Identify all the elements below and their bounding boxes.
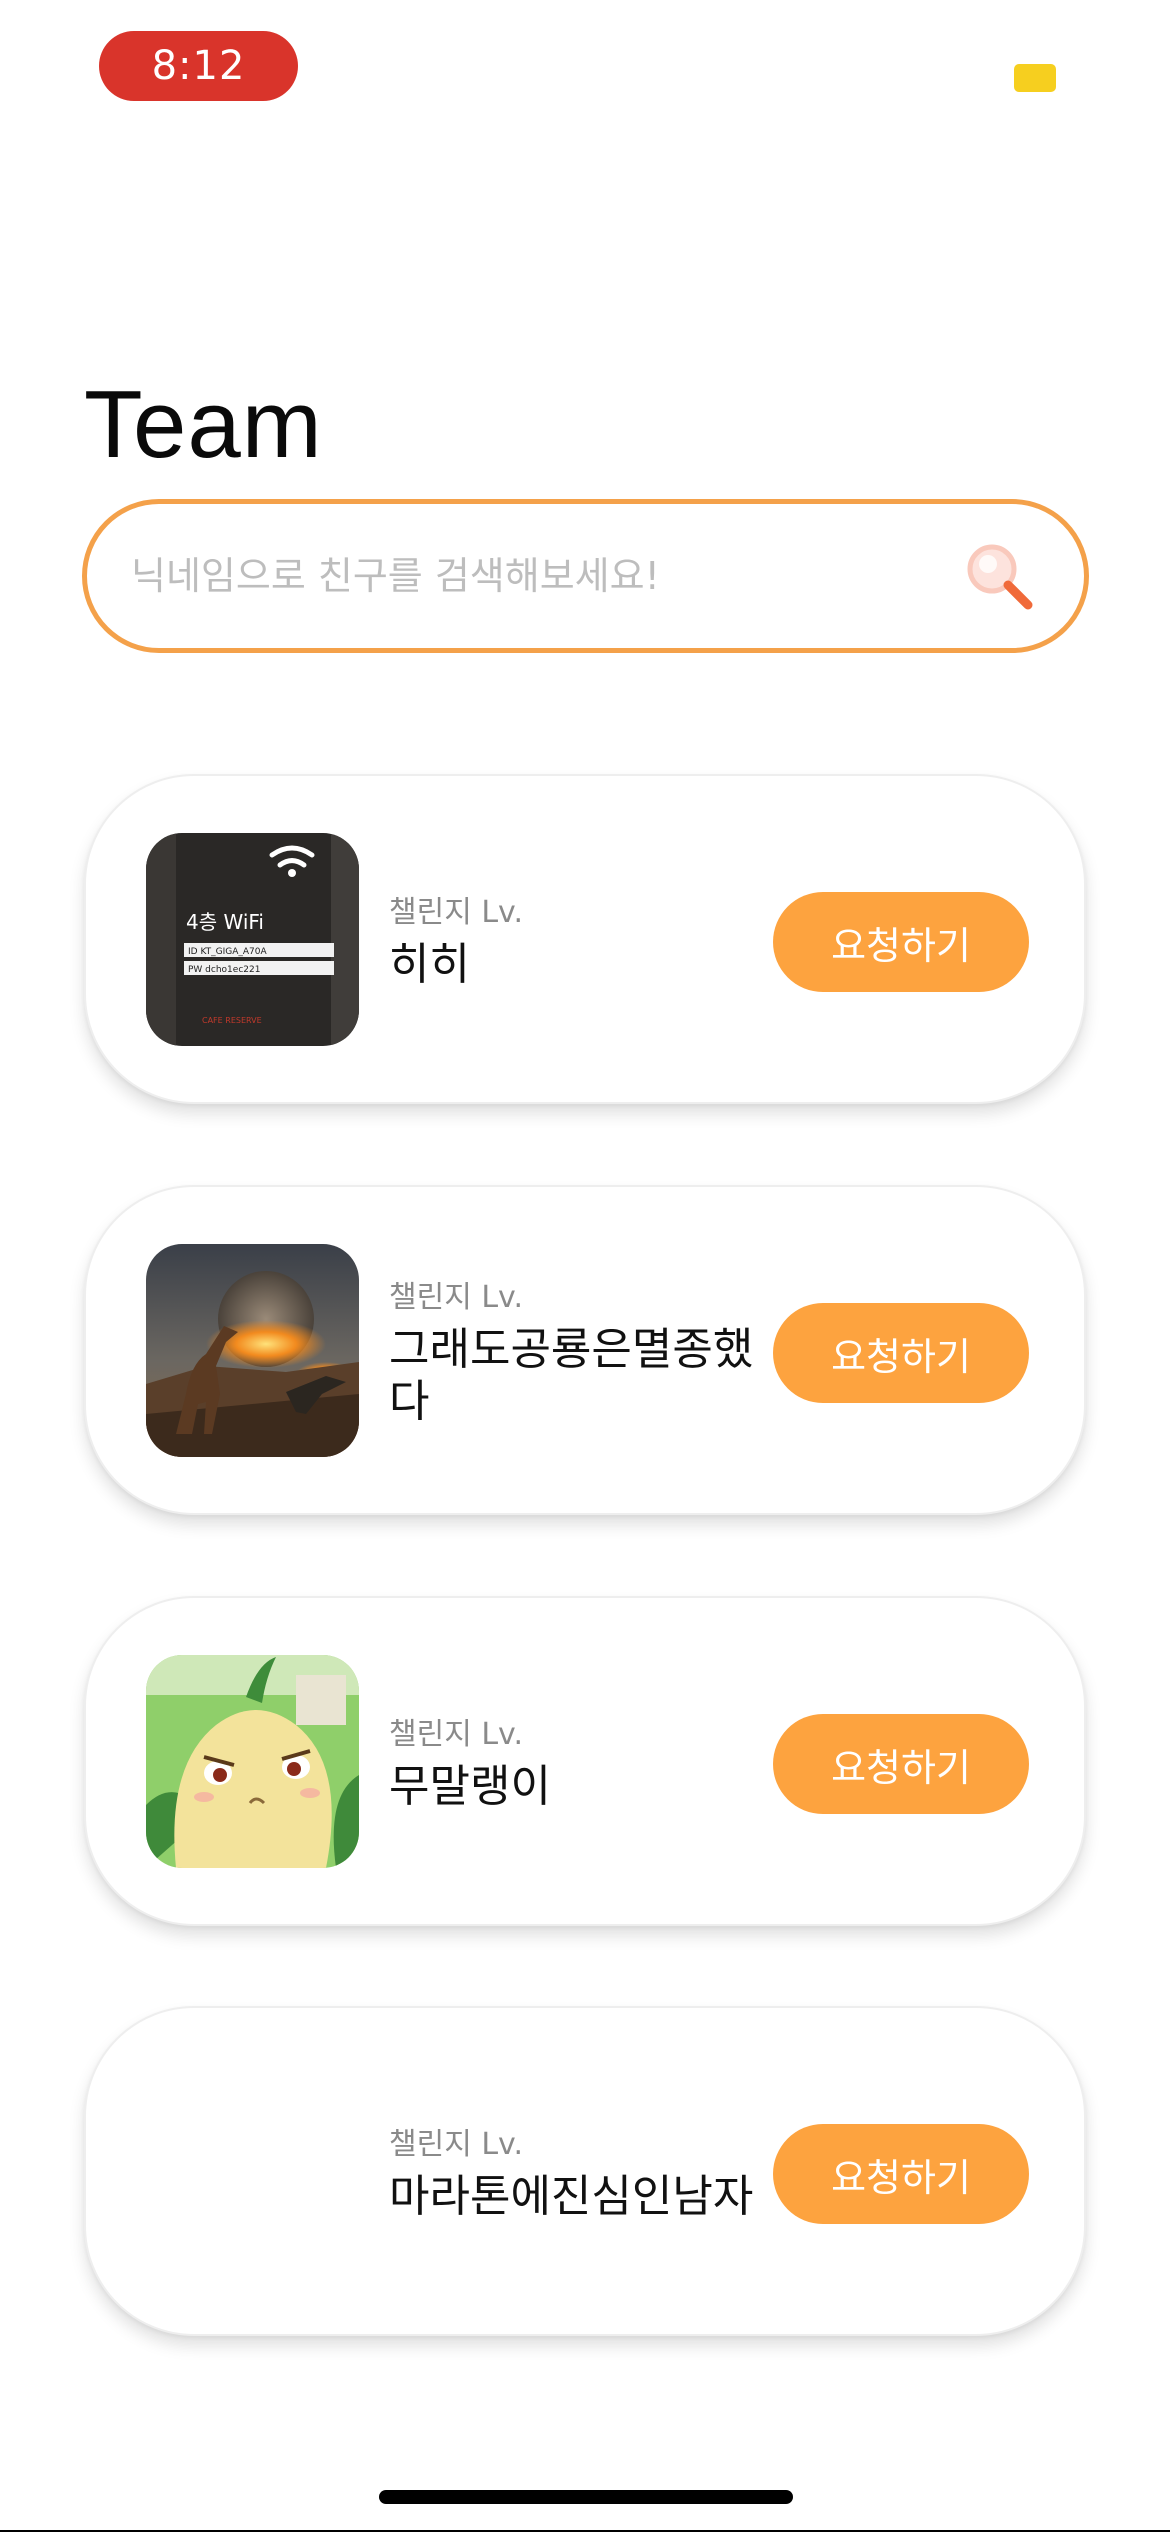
page-title: Team: [84, 371, 323, 478]
avatar-wifi-footer: CAFE RESERVE: [202, 1016, 262, 1025]
friend-card: 챌린지 Lv. 그래도공룡은멸종했다 요청하기: [84, 1185, 1086, 1515]
avatar: [146, 1244, 359, 1457]
friend-name: 무말랭이: [389, 1761, 551, 1813]
friend-info: 챌린지 Lv. 그래도공룡은멸종했다: [389, 1187, 769, 1513]
friend-level-label: 챌린지 Lv.: [389, 895, 524, 931]
friend-info: 챌린지 Lv. 마라톤에진심인남자: [389, 2008, 769, 2334]
friend-info: 챌린지 Lv. 무말랭이: [389, 1598, 769, 1924]
search-bar: [82, 499, 1089, 653]
avatar-wifi-pw: PW dcho1ec221: [188, 965, 260, 975]
friend-name: 그래도공룡은멸종했다: [389, 1324, 754, 1427]
friend-card: 챌린지 Lv. 마라톤에진심인남자 요청하기: [84, 2006, 1086, 2336]
avatar-wifi-label: 4층 WiFi: [186, 910, 264, 934]
avatar-wifi-id: ID KT_GIGA_A70A: [188, 947, 268, 957]
friend-info: 챌린지 Lv. 히히: [389, 776, 769, 1102]
friend-level-label: 챌린지 Lv.: [389, 1717, 524, 1753]
status-time: 8:12: [99, 31, 298, 101]
friend-name: 히히: [389, 939, 470, 991]
friend-level-label: 챌린지 Lv.: [389, 1280, 524, 1316]
status-indicator: [1014, 64, 1056, 92]
search-input[interactable]: [131, 504, 960, 648]
request-button[interactable]: 요청하기: [773, 892, 1029, 992]
friend-card: 4층 WiFi ID KT_GIGA_A70A PW dcho1ec221 CA…: [84, 774, 1086, 1104]
home-indicator[interactable]: [379, 2490, 793, 2504]
friend-name: 마라톤에진심인남자: [389, 2171, 754, 2223]
avatar: [146, 1655, 359, 1868]
request-button[interactable]: 요청하기: [773, 1303, 1029, 1403]
avatar: 4층 WiFi ID KT_GIGA_A70A PW dcho1ec221 CA…: [146, 833, 359, 1046]
friend-card: 챌린지 Lv. 무말랭이 요청하기: [84, 1596, 1086, 1926]
search-icon[interactable]: [960, 537, 1038, 615]
request-button[interactable]: 요청하기: [773, 2124, 1029, 2224]
friend-level-label: 챌린지 Lv.: [389, 2127, 524, 2163]
request-button[interactable]: 요청하기: [773, 1714, 1029, 1814]
